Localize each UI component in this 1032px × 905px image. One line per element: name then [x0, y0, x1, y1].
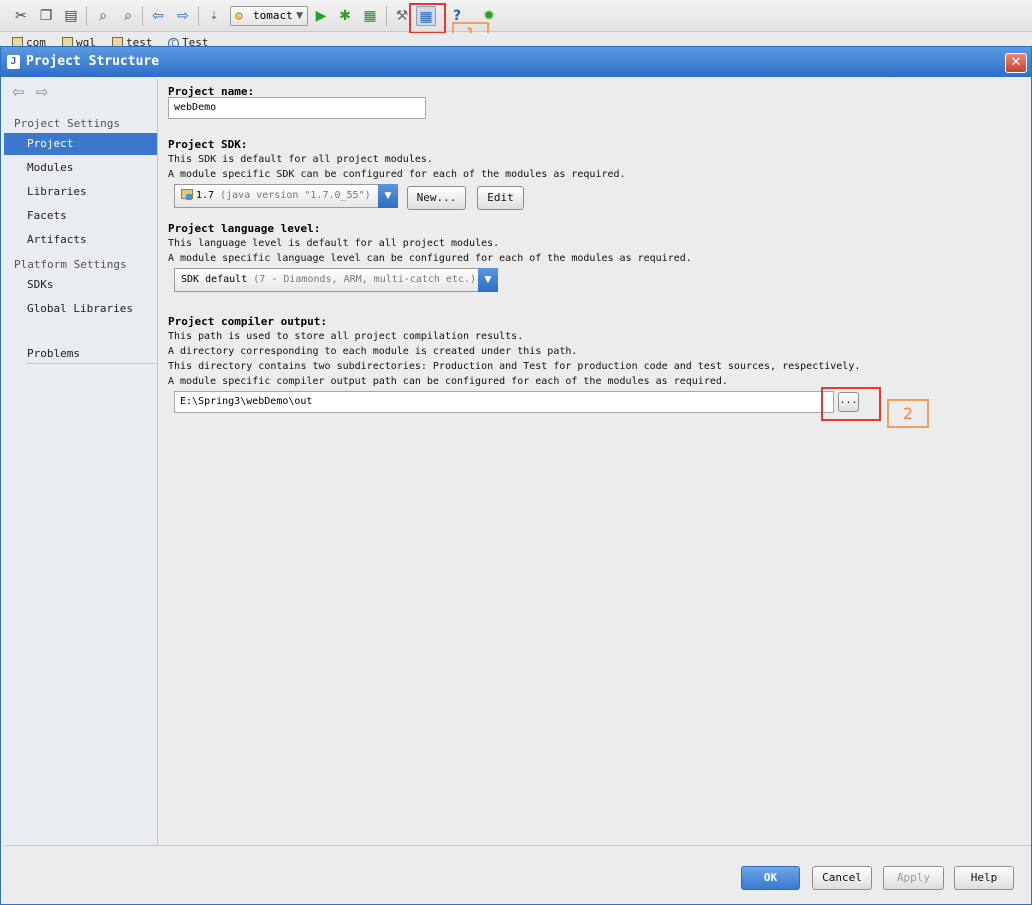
project-settings-panel: Project name: webDemo Project SDK: This …	[159, 79, 1031, 845]
project-sdk-desc-1: This SDK is default for all project modu…	[168, 154, 433, 165]
run-icon[interactable]: ▶	[311, 6, 331, 26]
make-project-icon[interactable]: ⇣	[204, 6, 224, 26]
cut-icon[interactable]: ✂	[11, 6, 31, 26]
back-icon[interactable]: ⇦	[148, 6, 168, 26]
language-level-hint: (7 - Diamonds, ARM, multi-catch etc.)	[253, 274, 477, 285]
forward-arrow-icon[interactable]: ⇨	[36, 83, 49, 101]
chevron-down-icon: ▼	[296, 11, 303, 21]
sidebar-item-sdks[interactable]: SDKs	[4, 274, 157, 296]
compiler-output-desc-2: A directory corresponding to each module…	[168, 346, 578, 357]
run-config-select[interactable]: ⚙ tomact ▼	[230, 6, 308, 26]
breadcrumb: com wql test C Test	[0, 33, 1032, 49]
compiler-output-path-input[interactable]: E:\Spring3\webDemo\out	[174, 391, 834, 413]
project-settings-header: Project Settings	[14, 117, 120, 130]
dialog-titlebar: J Project Structure	[1, 47, 1031, 77]
sidebar-item-facets[interactable]: Facets	[4, 205, 157, 227]
project-structure-dialog: J Project Structure ✕ ⇦ ⇨ Project Settin…	[0, 46, 1032, 905]
paste-icon[interactable]: ▤	[61, 6, 81, 26]
coverage-icon[interactable]: ▦	[360, 6, 380, 26]
replace-icon[interactable]: ⌕	[118, 6, 138, 26]
sidebar-item-artifacts[interactable]: Artifacts	[4, 229, 157, 251]
sidebar-item-libraries[interactable]: Libraries	[4, 181, 157, 203]
cancel-button[interactable]: Cancel	[812, 866, 872, 890]
project-sdk-select[interactable]: 1.7 (java version "1.7.0_55") ▼	[174, 184, 398, 208]
footer-divider	[4, 845, 1031, 846]
sidebar-item-modules[interactable]: Modules	[4, 157, 157, 179]
annotation-label-2: 2	[887, 399, 929, 428]
project-sdk-label: Project SDK:	[168, 138, 248, 151]
sdk-version-hint: (java version "1.7.0_55")	[220, 190, 371, 201]
sidebar-item-project[interactable]: Project	[4, 133, 157, 155]
apply-button[interactable]: Apply	[883, 866, 944, 890]
compiler-output-desc-1: This path is used to store all project c…	[168, 331, 524, 342]
edit-sdk-button[interactable]: Edit	[477, 186, 524, 210]
sdk-folder-icon	[181, 189, 193, 200]
annotation-box-1	[409, 3, 446, 34]
new-sdk-button[interactable]: New...	[407, 186, 466, 210]
back-arrow-icon[interactable]: ⇦	[12, 83, 25, 101]
compiler-output-desc-4: A module specific compiler output path c…	[168, 376, 728, 387]
language-level-value: SDK default	[181, 274, 248, 285]
close-button[interactable]: ✕	[1005, 53, 1027, 73]
ide-toolbar: ✂ ❐ ▤ ⌕ ⌕ ⇦ ⇨ ⇣ ⚙ tomact ▼ ▶ ✱ ▦ ⚒ ▦ ? ✹	[0, 0, 1032, 32]
language-level-label: Project language level:	[168, 222, 321, 235]
sidebar: ⇦ ⇨ Project Settings Project Modules Lib…	[4, 79, 158, 845]
language-level-desc-2: A module specific language level can be …	[168, 253, 692, 264]
sdk-version: 1.7	[196, 190, 215, 201]
platform-settings-header: Platform Settings	[14, 258, 127, 271]
dialog-title: Project Structure	[26, 54, 160, 69]
language-level-select[interactable]: SDK default (7 - Diamonds, ARM, multi-ca…	[174, 268, 498, 292]
debug-icon[interactable]: ✱	[335, 6, 355, 26]
copy-icon[interactable]: ❐	[36, 6, 56, 26]
intellij-icon: J	[7, 55, 20, 69]
chevron-down-icon[interactable]: ▼	[378, 184, 398, 208]
tomcat-icon: ⚙	[235, 9, 243, 24]
chevron-down-icon[interactable]: ▼	[478, 268, 498, 292]
sidebar-item-global-libraries[interactable]: Global Libraries	[4, 298, 157, 320]
run-config-label: tomact	[253, 9, 293, 22]
project-name-input[interactable]: webDemo	[168, 97, 426, 119]
find-icon[interactable]: ⌕	[93, 6, 113, 26]
language-level-desc-1: This language level is default for all p…	[168, 238, 500, 249]
project-sdk-desc-2: A module specific SDK can be configured …	[168, 169, 626, 180]
help-button[interactable]: Help	[954, 866, 1014, 890]
sidebar-item-problems[interactable]: Problems	[4, 343, 157, 365]
forward-icon[interactable]: ⇨	[173, 6, 193, 26]
ok-button[interactable]: OK	[741, 866, 800, 890]
compiler-output-label: Project compiler output:	[168, 315, 327, 328]
annotation-box-2	[821, 387, 881, 421]
compiler-output-desc-3: This directory contains two subdirectori…	[168, 361, 861, 372]
